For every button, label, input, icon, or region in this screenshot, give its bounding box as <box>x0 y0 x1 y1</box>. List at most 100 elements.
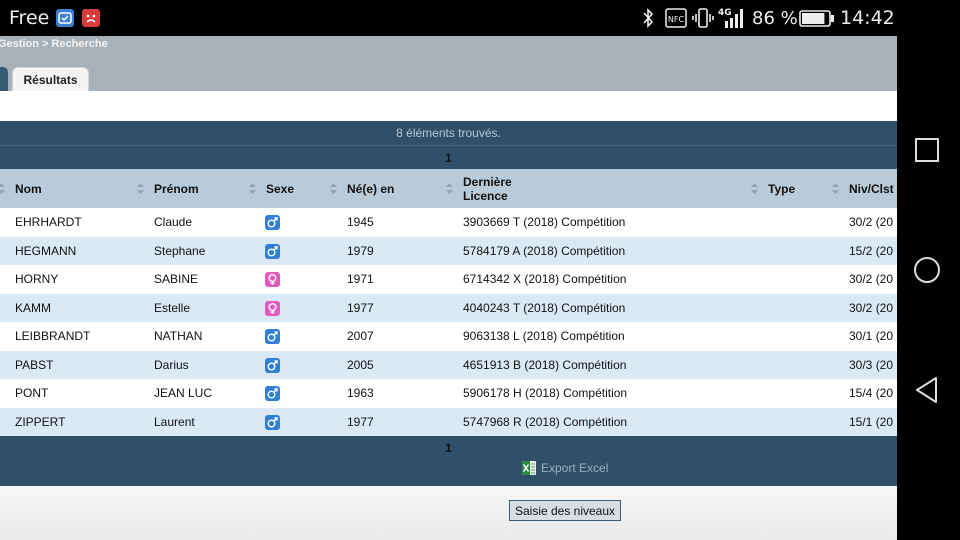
carrier-name: Free <box>9 7 50 29</box>
cell-prenom: Stephane <box>154 243 206 258</box>
cell-licence: 6714342 X (2018) Compétition <box>463 272 627 286</box>
table-body: EHRHARDT Claude 1945 3903669 T (2018) Compé… <box>0 208 897 436</box>
cell-prenom: Laurent <box>154 414 195 429</box>
back-button[interactable] <box>912 375 942 405</box>
male-icon <box>265 414 280 430</box>
pagination-bottom[interactable]: 1 <box>0 441 897 455</box>
cell-ne: 1977 <box>347 414 374 429</box>
sort-icon[interactable] <box>832 183 839 194</box>
cell-niv: 15/2 (20 <box>849 243 894 258</box>
sort-icon[interactable] <box>0 183 5 194</box>
circle-icon <box>914 257 940 283</box>
cell-nom: HORNY <box>15 272 59 286</box>
cell-ne: 1979 <box>347 243 374 258</box>
cell-niv: 30/2 (20 <box>849 300 894 315</box>
pagination-top[interactable]: 1 <box>0 145 897 169</box>
cell-nom: LEIBBRANDT <box>15 329 91 343</box>
recents-button[interactable] <box>912 135 942 165</box>
table-row[interactable]: PABST Darius 2005 4651913 B (2018) Compétit… <box>0 350 897 379</box>
breadcrumb[interactable]: Gestion > Recherche <box>0 38 108 50</box>
tab-resultats[interactable]: Résultats <box>12 67 89 91</box>
4g-signal-icon: 4G <box>717 6 747 30</box>
cell-licence: 4651913 B (2018) Compétition <box>463 357 627 372</box>
male-icon <box>265 215 280 230</box>
sort-icon[interactable] <box>137 183 144 194</box>
table-row[interactable]: ZIPPERT Laurent 1977 5747968 R (2018) Compé… <box>0 407 897 436</box>
navigation-bar <box>897 0 960 540</box>
cell-ne: 1963 <box>347 386 374 400</box>
sort-icon[interactable] <box>249 183 256 194</box>
sort-icon[interactable] <box>446 183 453 194</box>
clock: 14:42 <box>840 7 895 29</box>
column-licence-line2: Licence <box>463 188 508 203</box>
sort-icon[interactable] <box>330 183 337 194</box>
table-row[interactable]: PONT JEAN LUC 1963 5906178 H (2018) Compéti… <box>0 379 897 408</box>
female-icon <box>265 272 280 287</box>
column-nom[interactable]: Nom <box>15 169 42 208</box>
triangle-back-icon <box>916 377 937 403</box>
column-licence-line1: Dernière <box>463 174 512 189</box>
page-footer: Saisie des niveaux <box>0 486 897 540</box>
female-icon <box>265 300 280 316</box>
cell-nom: PONT <box>15 386 49 400</box>
cell-licence: 4040243 T (2018) Compétition <box>463 300 626 315</box>
export-excel-label: Export Excel <box>541 461 609 475</box>
cell-prenom: JEAN LUC <box>154 386 213 400</box>
square-icon <box>915 138 939 162</box>
table-header: Nom Prénom Sexe Né(e) en Dernière Licenc… <box>0 169 897 208</box>
cell-prenom: Estelle <box>154 300 191 315</box>
cell-ne: 2007 <box>347 329 374 343</box>
column-type[interactable]: Type <box>768 169 795 208</box>
tab-previous[interactable] <box>0 67 8 91</box>
column-licence[interactable]: Dernière Licence <box>463 169 512 208</box>
table-row[interactable]: LEIBBRANDT NATHAN 2007 9063138 L (2018) Com… <box>0 322 897 351</box>
table-row[interactable]: HEGMANN Stephane 1979 5784179 A (2018) Comp… <box>0 236 897 265</box>
cell-prenom: SABINE <box>154 272 199 286</box>
table-row[interactable]: KAMM Estelle 1977 4040243 T (2018) Compétit… <box>0 293 897 322</box>
cell-ne: 2005 <box>347 357 374 372</box>
status-bar: Free NFC 4G 86 % 14:42 <box>0 0 897 36</box>
nfc-icon: NFC <box>665 6 687 30</box>
home-button[interactable] <box>912 255 942 285</box>
export-excel-link[interactable]: Export Excel <box>522 461 608 475</box>
cell-nom: EHRHARDT <box>15 215 82 229</box>
cell-nom: PABST <box>15 357 54 372</box>
app-icon <box>56 9 74 27</box>
cell-ne: 1971 <box>347 272 374 286</box>
svg-text:NFC: NFC <box>668 15 685 24</box>
cell-niv: 15/1 (20 <box>849 414 894 429</box>
column-sexe[interactable]: Sexe <box>266 169 294 208</box>
column-ne[interactable]: Né(e) en <box>347 169 394 208</box>
cell-prenom: Darius <box>154 357 189 372</box>
cell-niv: 30/2 (20 <box>849 215 894 229</box>
saisie-niveaux-button[interactable]: Saisie des niveaux <box>509 500 621 521</box>
column-niv[interactable]: Niv/Clst <box>849 169 894 208</box>
cell-licence: 3903669 T (2018) Compétition <box>463 215 626 229</box>
battery-text: 86 % <box>752 8 798 29</box>
table-row[interactable]: HORNY SABINE 1971 6714342 X (2018) Compétit… <box>0 265 897 294</box>
table-row[interactable]: EHRHARDT Claude 1945 3903669 T (2018) Compé… <box>0 208 897 237</box>
cell-prenom: NATHAN <box>154 329 203 343</box>
male-icon <box>265 329 280 344</box>
cell-licence: 5747968 R (2018) Compétition <box>463 414 628 429</box>
svg-text:4G: 4G <box>718 8 732 18</box>
cell-ne: 1977 <box>347 300 374 315</box>
cell-niv: 30/1 (20 <box>849 329 894 343</box>
sad-face-icon <box>82 9 100 27</box>
cell-nom: ZIPPERT <box>15 414 66 429</box>
battery-icon <box>799 6 835 30</box>
male-icon <box>265 243 280 259</box>
sort-icon[interactable] <box>751 183 758 194</box>
results-footer-band: 1 Export Excel <box>0 436 897 486</box>
results-count: 8 éléments trouvés. <box>0 121 897 145</box>
column-prenom[interactable]: Prénom <box>154 169 199 208</box>
cell-nom: KAMM <box>15 300 51 315</box>
cell-niv: 15/4 (20 <box>849 386 894 400</box>
cell-licence: 5906178 H (2018) Compétition <box>463 386 628 400</box>
cell-ne: 1945 <box>347 215 374 229</box>
cell-licence: 5784179 A (2018) Compétition <box>463 243 626 258</box>
vibrate-icon <box>692 6 714 30</box>
header-area: Gestion > Recherche Résultats <box>0 36 897 91</box>
cell-prenom: Claude <box>154 215 193 229</box>
bluetooth-icon <box>641 6 655 30</box>
